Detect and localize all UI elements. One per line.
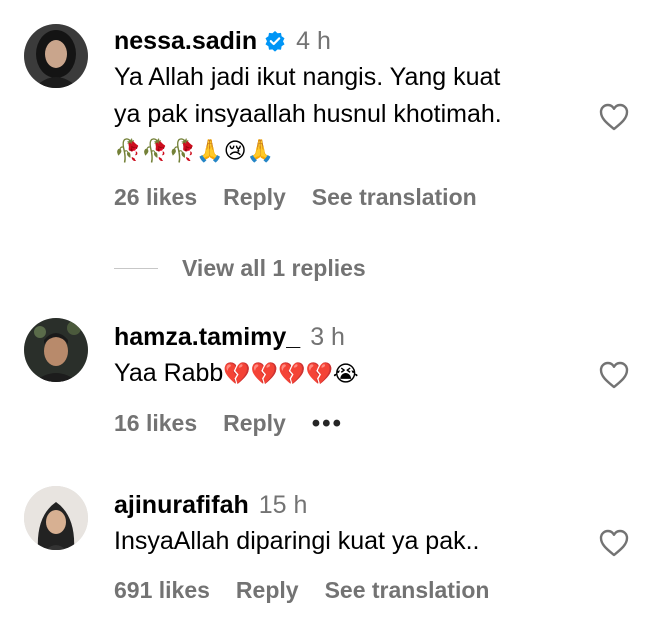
avatar[interactable] — [24, 24, 88, 88]
username[interactable]: nessa.sadin — [114, 26, 257, 56]
comment-emoji: 🥀🥀🥀🙏😢🙏 — [114, 139, 274, 164]
comment-text: Yaa Rabb💔💔💔💔😭 — [114, 355, 592, 393]
comment-text: Ya Allah jadi ikut nangis. Yang kuat ya … — [114, 59, 592, 170]
comment-text-line: Ya Allah jadi ikut nangis. Yang kuat — [114, 63, 501, 91]
see-translation-button[interactable]: See translation — [312, 184, 477, 211]
heart-outline-icon[interactable] — [598, 528, 630, 558]
reply-button[interactable]: Reply — [223, 184, 286, 211]
heart-outline-icon[interactable] — [598, 360, 630, 390]
reply-button[interactable]: Reply — [223, 410, 286, 437]
username[interactable]: ajinurafifah — [114, 490, 249, 520]
comment-text-line: Yaa Rabb — [114, 359, 224, 387]
comment-text: InsyaAllah diparingi kuat ya pak.. — [114, 527, 480, 555]
view-replies-label[interactable]: View all 1 replies — [182, 255, 366, 282]
comment-text-line: ya pak insyaallah husnul khotimah. — [114, 100, 502, 128]
more-options-icon[interactable]: ••• — [312, 411, 343, 435]
verified-badge-icon — [264, 30, 286, 52]
view-replies-button[interactable]: View all 1 replies — [114, 255, 366, 282]
avatar[interactable] — [24, 318, 88, 382]
timestamp[interactable]: 15 h — [259, 490, 308, 520]
comment-emoji: 💔💔💔💔😭 — [223, 362, 359, 387]
timestamp[interactable]: 3 h — [310, 322, 345, 352]
divider — [114, 268, 158, 269]
avatar[interactable] — [24, 486, 88, 550]
likes-count[interactable]: 691 likes — [114, 577, 210, 604]
reply-button[interactable]: Reply — [236, 577, 299, 604]
likes-count[interactable]: 16 likes — [114, 410, 197, 437]
heart-outline-icon[interactable] — [598, 102, 630, 132]
timestamp[interactable]: 4 h — [296, 26, 331, 56]
see-translation-button[interactable]: See translation — [325, 577, 490, 604]
likes-count[interactable]: 26 likes — [114, 184, 197, 211]
username[interactable]: hamza.tamimy_ — [114, 322, 300, 352]
